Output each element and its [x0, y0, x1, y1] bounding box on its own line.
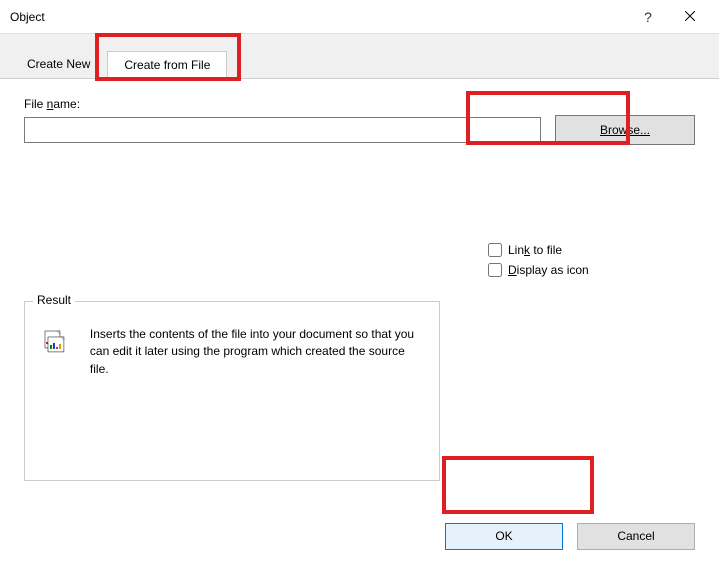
- link-to-file-option[interactable]: Link to file: [488, 243, 589, 257]
- result-legend: Result: [33, 293, 75, 307]
- help-button[interactable]: ?: [627, 2, 669, 32]
- result-text: Inserts the contents of the file into yo…: [90, 324, 421, 378]
- help-icon: ?: [644, 9, 652, 25]
- tab-create-from-file[interactable]: Create from File: [107, 51, 227, 79]
- close-button[interactable]: [669, 2, 711, 32]
- file-row: Browse...: [24, 115, 695, 145]
- result-group: Result Inserts the contents of the file …: [24, 301, 440, 481]
- tab-label: Create from File: [124, 58, 210, 72]
- link-to-file-checkbox[interactable]: [488, 243, 502, 257]
- cancel-button-label: Cancel: [617, 529, 654, 543]
- title-bar: Object ?: [0, 0, 719, 34]
- file-name-label: File name:: [24, 97, 695, 111]
- display-as-icon-option[interactable]: Display as icon: [488, 263, 589, 277]
- options-group: Link to file Display as icon: [488, 243, 589, 283]
- close-icon: [685, 10, 695, 24]
- ok-button-label: OK: [495, 529, 512, 543]
- tab-row: Create New Create from File: [0, 34, 719, 78]
- result-icon: [43, 330, 68, 378]
- cancel-button[interactable]: Cancel: [577, 523, 695, 550]
- button-row: OK Cancel: [0, 492, 719, 560]
- tab-label: Create New: [27, 57, 90, 71]
- browse-button-label: Browse...: [600, 123, 650, 137]
- browse-button[interactable]: Browse...: [555, 115, 695, 145]
- display-as-icon-checkbox[interactable]: [488, 263, 502, 277]
- dialog-title: Object: [10, 10, 627, 24]
- ok-button[interactable]: OK: [445, 523, 563, 550]
- dialog-body: File name: Browse... Link to file Displa…: [0, 78, 719, 492]
- display-as-icon-label: Display as icon: [508, 263, 589, 277]
- file-name-input[interactable]: [24, 117, 541, 143]
- tab-create-new[interactable]: Create New: [10, 50, 107, 78]
- link-to-file-label: Link to file: [508, 243, 562, 257]
